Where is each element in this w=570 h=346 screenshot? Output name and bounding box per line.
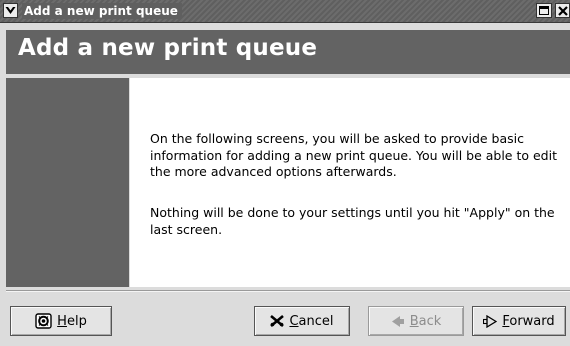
dialog-window: Add a new print queue Add a new print qu…	[0, 0, 570, 346]
forward-button[interactable]: Forward	[472, 306, 566, 336]
wizard-content: On the following screens, you will be as…	[130, 78, 570, 287]
close-icon	[558, 6, 568, 16]
maximize-icon	[539, 6, 549, 15]
title-bar[interactable]: Add a new print queue	[0, 0, 570, 23]
forward-button-label: Forward	[502, 313, 555, 329]
close-button[interactable]	[555, 3, 570, 18]
back-button[interactable]: Back	[368, 306, 464, 336]
help-button-label: Help	[57, 313, 87, 329]
page-title: Add a new print queue	[18, 35, 318, 61]
wizard-sidebar	[6, 78, 129, 287]
cancel-button[interactable]: Cancel	[254, 306, 350, 336]
window-title: Add a new print queue	[22, 3, 182, 19]
window-menu-button[interactable]	[3, 3, 18, 18]
back-button-label: Back	[409, 313, 442, 329]
help-button[interactable]: Help	[10, 306, 112, 336]
wizard-header: Add a new print queue	[6, 30, 570, 74]
maximize-button[interactable]	[536, 3, 552, 18]
button-bar-divider	[6, 290, 570, 292]
cancel-icon	[270, 315, 285, 327]
apply-note-paragraph: Nothing will be done to your settings un…	[150, 205, 555, 237]
intro-paragraph: On the following screens, you will be as…	[150, 131, 557, 179]
back-arrow-icon	[391, 315, 405, 328]
chevron-down-icon	[5, 7, 16, 14]
forward-arrow-icon	[483, 314, 498, 328]
help-icon	[35, 313, 52, 329]
cancel-button-label: Cancel	[289, 313, 334, 329]
